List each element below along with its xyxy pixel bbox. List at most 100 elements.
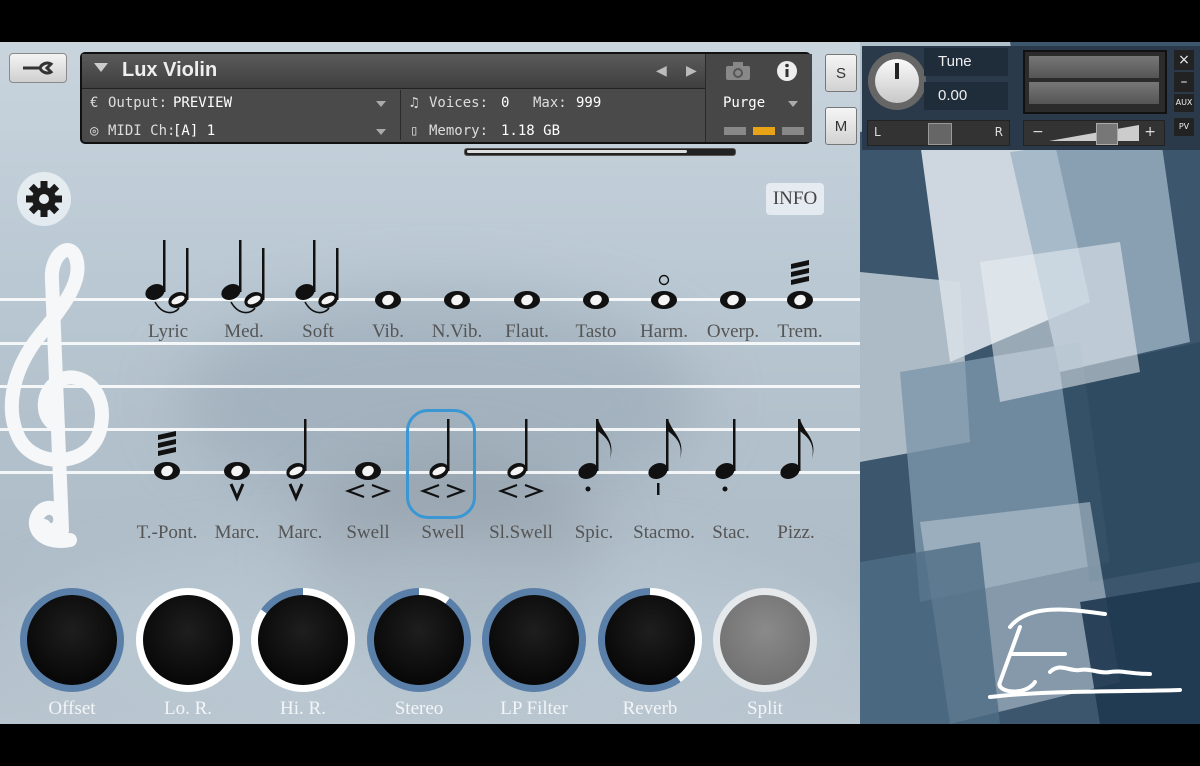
midi-channel-value[interactable]: [A] 1 [173, 123, 215, 139]
tune-value[interactable]: 0.00 [924, 82, 1008, 110]
meter-segment [724, 127, 746, 135]
header-scrollbar[interactable] [464, 148, 736, 156]
instrument-header: Lux Violin ◀ ▶ € Output: PREVIEW ♫ Voice… [80, 52, 812, 144]
split-knob[interactable] [713, 588, 817, 692]
pan-slider[interactable]: L R [867, 120, 1010, 146]
mute-button[interactable]: M [825, 107, 857, 145]
header-title-bar: Lux Violin ◀ ▶ [82, 54, 809, 89]
reverb-knob[interactable] [598, 588, 702, 692]
info-icon[interactable] [776, 60, 798, 82]
output-dropdown-icon[interactable] [376, 101, 386, 107]
knob-cap [143, 595, 233, 685]
header-divider [400, 90, 401, 140]
midi-icon: ◎ [90, 123, 99, 139]
knob-label: LP Filter [500, 698, 568, 719]
voices-label: Voices: [429, 95, 489, 111]
midi-dropdown-icon[interactable] [376, 129, 386, 135]
purge-menu[interactable]: Purge [723, 95, 765, 111]
minimize-button[interactable]: – [1174, 72, 1194, 92]
note-eighth-wedge-icon [648, 419, 682, 495]
lo-r-knob[interactable] [136, 588, 240, 692]
settings-button[interactable] [17, 172, 71, 226]
short-articulation-pizz[interactable]: Pizz. [761, 397, 831, 547]
legato-articulation-soft[interactable]: Soft [283, 237, 353, 387]
knob-label: Split [747, 698, 783, 719]
level-meter-left [1029, 56, 1159, 78]
legato-articulation-overp[interactable]: Overp. [698, 237, 768, 387]
articulation-label: Pizz. [777, 522, 815, 543]
output-value[interactable]: PREVIEW [173, 95, 232, 111]
instrument-name[interactable]: Lux Violin [122, 59, 217, 82]
max-voices-label: Max: [533, 95, 567, 111]
legato-articulation-vib[interactable]: Vib. [353, 237, 423, 387]
legato-articulation-trem[interactable]: Trem. [765, 237, 835, 387]
voices-icon: ♫ [410, 95, 419, 111]
memory-icon: ▯ [410, 123, 419, 139]
legato-articulation-harm[interactable]: Harm. [629, 237, 699, 387]
knob-label: Stereo [394, 698, 444, 719]
level-meter-right [1029, 82, 1159, 104]
legato-articulation-tasto[interactable]: Tasto [561, 237, 631, 387]
instrument-menu-icon[interactable] [94, 63, 108, 72]
tune-knob[interactable] [868, 52, 926, 110]
pan-left-label: L [874, 125, 881, 139]
legato-articulation-flaut[interactable]: Flaut. [492, 237, 562, 387]
wrench-icon [23, 61, 54, 75]
knob-cap [489, 595, 579, 685]
scrollbar-thumb[interactable] [467, 150, 687, 153]
volume-slider-handle[interactable] [1096, 123, 1118, 145]
note-half-swell-icon [419, 419, 467, 499]
knob-label: Reverb [622, 698, 678, 719]
hi-r-knob[interactable] [251, 588, 355, 692]
meter-segment [782, 127, 804, 135]
meter-segment-active [753, 127, 775, 135]
output-icon: € [90, 95, 99, 111]
midi-channel-label: MIDI Ch: [108, 123, 176, 139]
memory-label: Memory: [429, 123, 489, 139]
knob-cap [720, 595, 810, 685]
note-half-swell-icon [497, 419, 545, 499]
legato-articulation-n-vib[interactable]: N.Vib. [422, 237, 492, 387]
stereo-knob[interactable] [367, 588, 471, 692]
info-button[interactable]: INFO [766, 183, 824, 215]
lp-filter-knob[interactable] [482, 588, 586, 692]
volume-minus-label: − [1032, 124, 1044, 140]
gear-icon [26, 181, 62, 217]
edit-wrench-button[interactable] [9, 53, 67, 83]
knob-label: Hi. R. [280, 698, 326, 719]
note-whole-tremolo-icon [154, 431, 180, 480]
instrument-window: Lux Violin ◀ ▶ € Output: PREVIEW ♫ Voice… [0, 42, 1200, 724]
knob-cap [258, 595, 348, 685]
camera-icon[interactable] [725, 61, 751, 81]
level-meter [1023, 50, 1167, 114]
note-whole-swell-icon [344, 462, 392, 499]
knob-cap [374, 595, 464, 685]
legato-articulation-lyric[interactable]: Lyric [133, 237, 203, 387]
articulation-label: Trem. [777, 321, 823, 342]
close-button[interactable]: × [1174, 50, 1194, 70]
volume-slider[interactable]: − + [1023, 120, 1165, 146]
knob-label: Lo. R. [163, 698, 213, 719]
memory-value: 1.18 GB [501, 123, 561, 139]
treble-clef-icon [4, 243, 109, 548]
voices-value: 0 [501, 95, 510, 111]
knob-cap [605, 595, 695, 685]
output-label: Output: [108, 95, 168, 111]
aux-button[interactable]: AUX [1174, 94, 1194, 112]
pan-slider-handle[interactable] [928, 123, 952, 145]
next-instrument-icon[interactable]: ▶ [686, 63, 697, 79]
solo-button[interactable]: S [825, 54, 857, 92]
note-eighth-dot-icon [578, 419, 612, 492]
prev-instrument-icon[interactable]: ◀ [656, 63, 667, 79]
offset-knob[interactable] [20, 588, 124, 692]
knob-cap [27, 595, 117, 685]
tune-knob-pointer [895, 63, 899, 79]
purge-dropdown-icon[interactable] [788, 101, 798, 107]
tune-knob-cap [875, 59, 919, 103]
pv-button[interactable]: PV [1174, 118, 1194, 136]
legato-articulation-med[interactable]: Med. [209, 237, 279, 387]
note-half-marcato-icon [286, 419, 307, 502]
pan-right-label: R [994, 125, 1003, 139]
note-eighth-icon [780, 419, 814, 480]
max-voices-value[interactable]: 999 [576, 95, 601, 111]
